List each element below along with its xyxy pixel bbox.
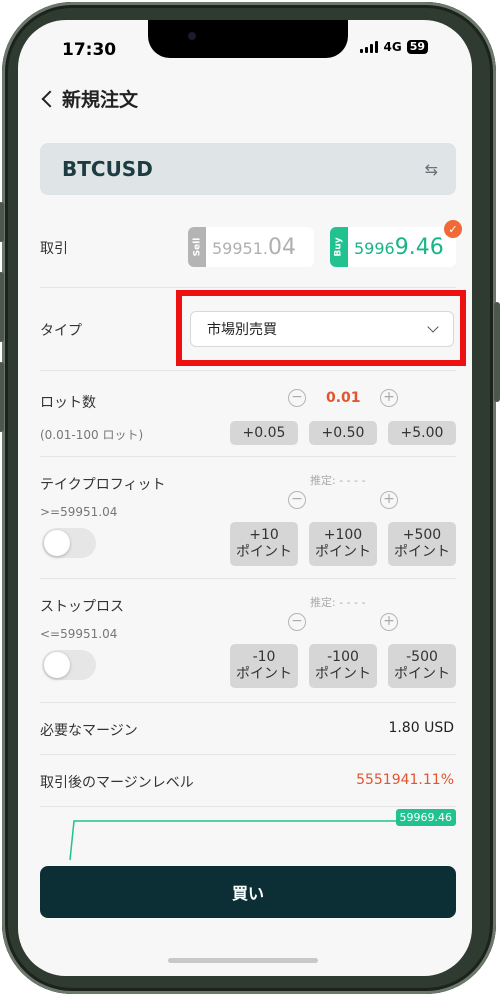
divider [40, 287, 456, 288]
margin-level-label: 取引後のマージンレベル [40, 775, 194, 791]
take-profit-plus-button[interactable]: + [380, 491, 398, 509]
status-time: 17:30 [62, 40, 117, 60]
lot-minus-button[interactable]: − [288, 389, 306, 407]
status-icons: 4G 59 [360, 40, 428, 54]
divider [40, 456, 456, 457]
power-button [494, 302, 500, 402]
take-profit-minus-button[interactable]: − [288, 491, 306, 509]
lot-value[interactable]: 0.01 [326, 390, 361, 406]
sell-price: 59951.04 [212, 234, 296, 260]
sell-tag: Sell [188, 227, 206, 267]
stop-loss-label: ストップロス [40, 599, 124, 615]
divider [40, 578, 456, 579]
type-label: タイプ [40, 323, 82, 339]
take-profit-estimate: 推定: - - - - [310, 474, 366, 487]
chart-price-tag: 59969.46 [395, 809, 456, 826]
stop-loss-chip-500[interactable]: -500 ポイント [388, 644, 456, 688]
buy-button[interactable]: 買い [40, 866, 456, 918]
volume-up-button [0, 272, 4, 342]
take-profit-chip-500[interactable]: +500 ポイント [388, 522, 456, 566]
divider [40, 370, 456, 371]
notch [148, 20, 348, 58]
divider [40, 702, 456, 703]
signal-icon [360, 41, 379, 53]
sell-price-button[interactable]: Sell 59951.04 [188, 227, 314, 267]
back-chevron-icon[interactable] [41, 90, 59, 107]
battery-icon: 59 [406, 40, 428, 54]
stop-loss-chip-100[interactable]: -100 ポイント [309, 644, 377, 688]
divider [40, 754, 456, 755]
lot-chip-5.00[interactable]: +5.00 [388, 421, 456, 445]
required-margin-value: 1.80 USD [388, 720, 454, 736]
camera-icon [188, 32, 196, 40]
lot-range: (0.01-100 ロット) [40, 428, 144, 442]
take-profit-chip-10[interactable]: +10 ポイント [230, 522, 298, 566]
take-profit-label: テイクプロフィット [40, 477, 166, 493]
margin-level-value: 5551941.11% [356, 772, 454, 788]
app-screen: 17:30 4G 59 新規注文 BTCUSD ⇆ 取引 Sell 59951.… [18, 20, 472, 976]
home-indicator [168, 958, 318, 963]
lot-label: ロット数 [40, 395, 96, 411]
stop-loss-chip-10[interactable]: -10 ポイント [230, 644, 298, 688]
take-profit-chip-100[interactable]: +100 ポイント [309, 522, 377, 566]
stop-loss-toggle[interactable] [42, 650, 96, 680]
mute-switch [0, 202, 4, 242]
lot-plus-button[interactable]: + [380, 389, 398, 407]
trade-label: 取引 [40, 241, 68, 257]
buy-price-button[interactable]: Buy 59969.46 ✓ [330, 220, 462, 267]
stop-loss-condition: <=59951.04 [40, 627, 118, 641]
symbol-selector[interactable]: BTCUSD ⇆ [40, 143, 456, 195]
price-line [69, 820, 456, 860]
symbol-name: BTCUSD [62, 157, 153, 181]
swap-arrows-icon[interactable]: ⇆ [425, 160, 438, 179]
stop-loss-estimate: 推定: - - - - [310, 596, 366, 609]
lot-chip-0.50[interactable]: +0.50 [309, 421, 377, 445]
take-profit-condition: >=59951.04 [40, 505, 118, 519]
price-chart [69, 820, 456, 860]
nav-bar: 新規注文 [38, 85, 138, 112]
highlight-frame [176, 290, 466, 366]
buy-price: 59969.46 [354, 234, 444, 260]
required-margin-label: 必要なマージン [40, 723, 138, 739]
divider [40, 806, 456, 807]
page-title: 新規注文 [62, 89, 139, 111]
volume-down-button [0, 362, 4, 432]
network-label: 4G [383, 40, 402, 54]
lot-chip-0.05[interactable]: +0.05 [230, 421, 298, 445]
take-profit-toggle[interactable] [42, 528, 96, 558]
stop-loss-plus-button[interactable]: + [380, 613, 398, 631]
check-icon: ✓ [444, 220, 462, 238]
stop-loss-minus-button[interactable]: − [288, 613, 306, 631]
buy-tag: Buy [330, 227, 348, 267]
